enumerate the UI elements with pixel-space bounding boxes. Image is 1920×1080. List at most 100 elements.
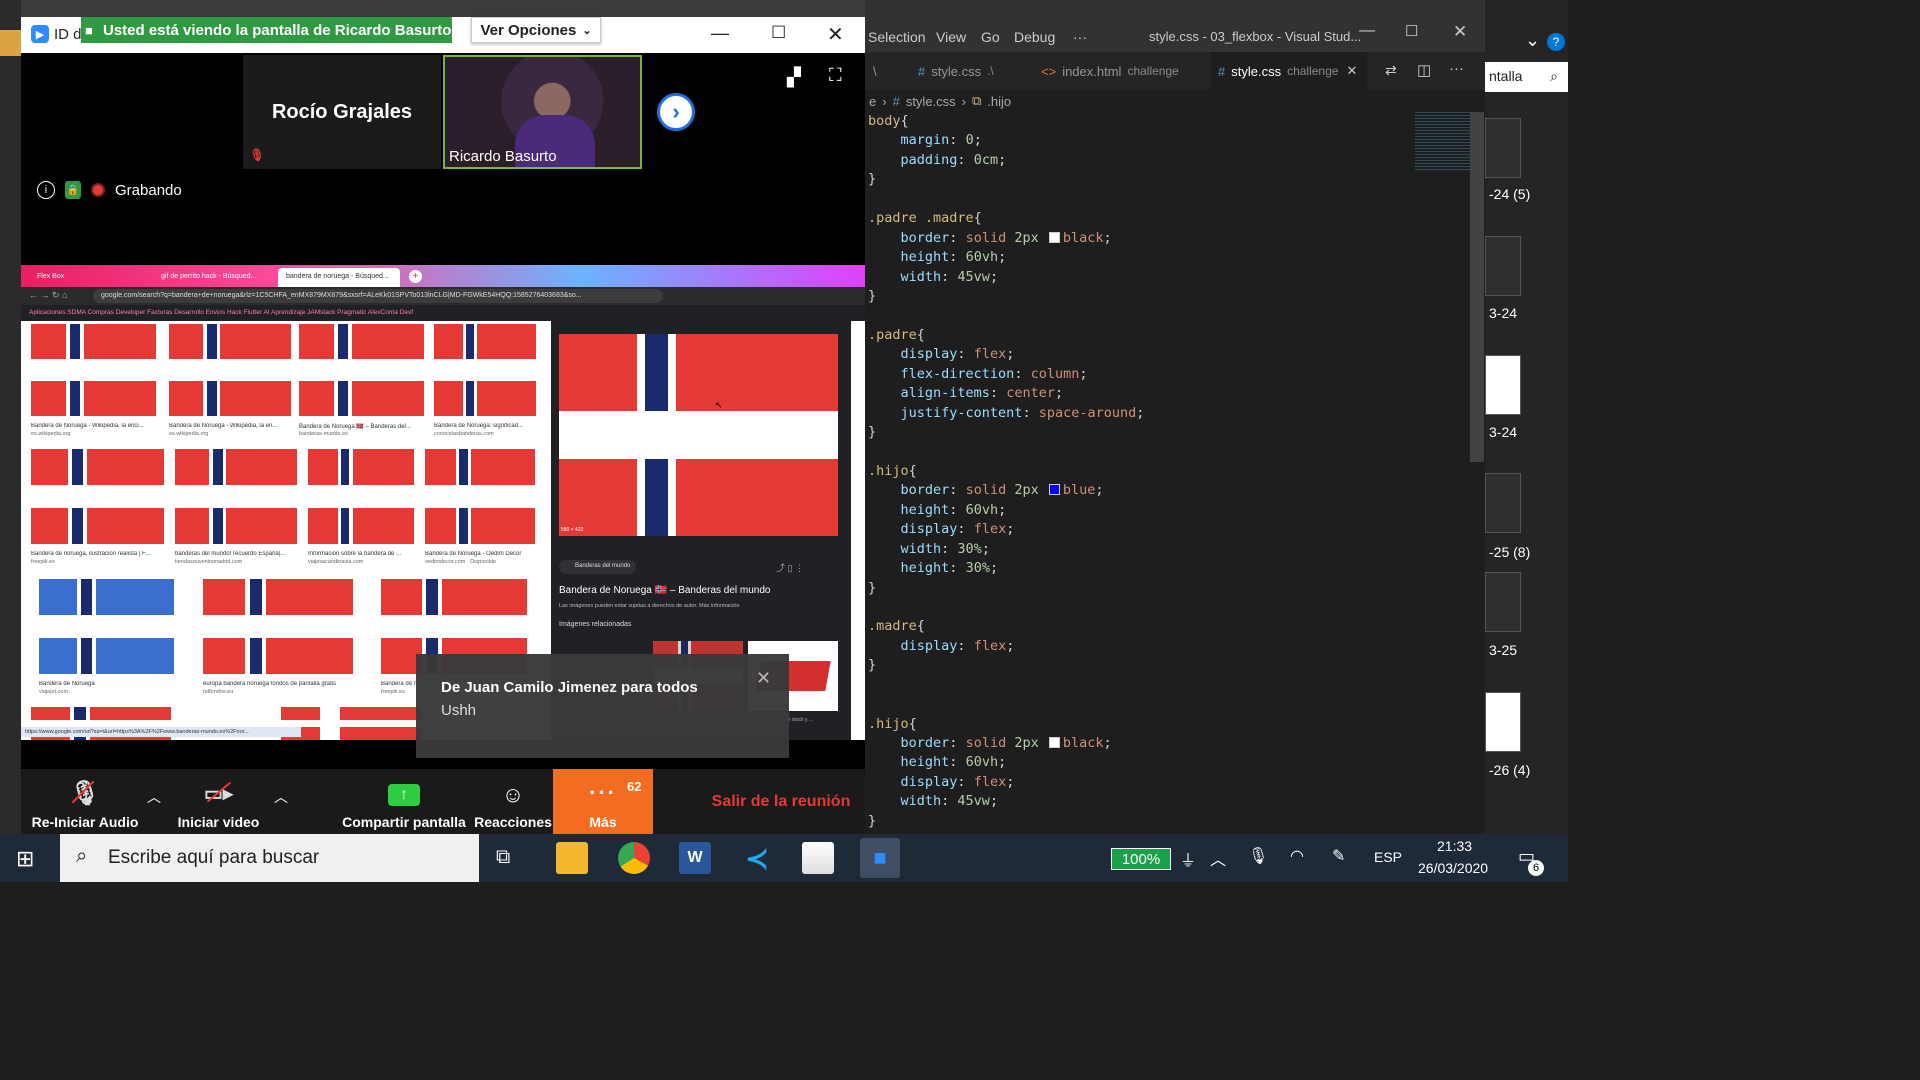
leave-meeting-button[interactable]: Salir de la reunión xyxy=(701,769,861,834)
file-thumbnail[interactable] xyxy=(1485,473,1521,533)
microphone-icon[interactable]: 🎙 xyxy=(1248,846,1268,866)
clock-time[interactable]: 21:33 xyxy=(1437,838,1472,854)
fullscreen-icon[interactable]: ⛶ xyxy=(829,65,842,86)
task-view-icon[interactable]: ⧉ xyxy=(496,846,510,869)
browser-tab[interactable]: gif de perrito hack - Búsqued... xyxy=(153,268,273,287)
chevron-up-icon[interactable]: ︿ xyxy=(1210,846,1226,870)
editor-scrollbar[interactable] xyxy=(1470,112,1484,462)
gallery-view-icon[interactable]: ▞ xyxy=(787,67,801,88)
participant-tile[interactable]: Rocío Grajales 🎙 xyxy=(243,55,441,169)
search-box[interactable]: ntalla ⌕ xyxy=(1485,62,1568,92)
image-result[interactable] xyxy=(175,449,297,544)
result-title[interactable]: Bandera de Noruega 🇳🇴 – Banderas del... xyxy=(299,423,434,430)
result-title[interactable]: Bandera de Noruega xyxy=(39,681,184,687)
taskbar-search-input[interactable]: ⌕ Escribe aquí para buscar xyxy=(60,834,479,882)
image-result[interactable] xyxy=(203,579,353,674)
chat-notification[interactable]: De Juan Camilo Jimenez para todos Ushh ✕ xyxy=(416,654,789,758)
menu-view[interactable]: View xyxy=(936,29,966,45)
image-result[interactable] xyxy=(39,579,174,674)
chrome-icon[interactable] xyxy=(618,842,650,874)
close-icon[interactable]: ✕ xyxy=(827,22,844,47)
windows-start-icon[interactable]: ⊞ xyxy=(16,846,34,872)
menu-debug[interactable]: Debug xyxy=(1014,29,1055,45)
file-thumbnail[interactable] xyxy=(1485,692,1521,752)
result-title[interactable]: Información sobre la bandera de ... xyxy=(308,551,424,557)
compare-icon[interactable]: ⇄ xyxy=(1385,62,1397,79)
photos-icon[interactable] xyxy=(802,842,834,874)
audio-button[interactable]: 🎙 Re-Iniciar Audio xyxy=(26,769,144,834)
share-screen-button[interactable]: ↑ Compartir pantalla xyxy=(339,769,469,834)
close-tab-icon[interactable]: ✕ xyxy=(1346,63,1357,79)
chevron-down-icon[interactable]: ⌄ xyxy=(1525,30,1540,51)
tab-index-html[interactable]: <> index.html challenge xyxy=(1033,52,1187,90)
color-swatch-icon[interactable] xyxy=(1048,231,1060,243)
video-button[interactable]: ▭▸ Iniciar video xyxy=(171,769,266,834)
language-indicator[interactable]: ESP xyxy=(1374,849,1402,865)
maximize-icon[interactable]: ☐ xyxy=(1405,22,1418,40)
more-button[interactable]: ··· Más 62 xyxy=(553,769,653,834)
help-icon[interactable]: ? xyxy=(1547,33,1565,51)
breadcrumb-folder[interactable]: e xyxy=(869,94,876,109)
wifi-icon[interactable]: ◠ xyxy=(1290,846,1304,866)
color-swatch-icon[interactable] xyxy=(1048,737,1060,748)
battery-indicator[interactable]: 100% xyxy=(1111,848,1171,870)
result-title[interactable]: europa bandera noruega fondos de pantall… xyxy=(203,681,363,687)
lock-icon[interactable]: 🔒 xyxy=(65,181,81,199)
file-explorer-icon[interactable] xyxy=(556,842,588,874)
url-input[interactable]: google.com/search?q=bandera+de+noruega&r… xyxy=(93,289,663,303)
result-title[interactable]: Bandera de Noruega - Wikipedia, la enci.… xyxy=(31,423,166,429)
menu-go[interactable]: Go xyxy=(981,29,1000,45)
close-icon[interactable]: ✕ xyxy=(1453,22,1467,42)
reactions-button[interactable]: ☺ Reacciones xyxy=(473,769,553,834)
participant-video-tile[interactable]: Ricardo Basurto xyxy=(443,55,642,169)
source-chip[interactable]: Banderas del mundo xyxy=(559,560,637,574)
browser-tab[interactable]: Flex Box xyxy=(29,268,149,287)
minimize-icon[interactable]: — xyxy=(1359,22,1375,40)
next-participants-button[interactable]: › xyxy=(657,93,695,131)
word-icon[interactable]: W xyxy=(679,842,711,874)
menu-more[interactable]: ··· xyxy=(1073,29,1087,45)
image-result[interactable] xyxy=(281,707,421,740)
file-thumbnail[interactable] xyxy=(1485,236,1521,296)
image-result[interactable] xyxy=(434,324,536,416)
tab-style-css-challenge[interactable]: # style.css challenge ✕ xyxy=(1210,52,1367,90)
preview-title[interactable]: Bandera de Noruega 🇳🇴 – Banderas del mun… xyxy=(559,585,770,596)
result-title[interactable]: Bandera de noruega, ilustración realista… xyxy=(31,551,174,557)
tab-partial[interactable]: \ xyxy=(865,52,905,90)
image-result[interactable] xyxy=(31,324,156,416)
breadcrumb-file[interactable]: style.css xyxy=(906,94,956,109)
minimize-icon[interactable]: — xyxy=(711,23,729,44)
browser-tab-active[interactable]: bandera de noruega - Búsqued... xyxy=(278,268,400,287)
image-result[interactable] xyxy=(425,449,535,544)
split-editor-icon[interactable]: ◫ xyxy=(1417,61,1431,79)
info-icon[interactable]: i xyxy=(37,181,55,199)
result-title[interactable]: Bandera de Noruega - Wikipedia, la en... xyxy=(169,423,301,429)
tab-style-css-root[interactable]: # style.css .\ xyxy=(910,52,1002,90)
code-editor[interactable]: body{ margin: 0; padding: 0cm;} .padre .m… xyxy=(865,112,1410,834)
close-icon[interactable]: ✕ xyxy=(756,668,771,689)
chevron-up-icon[interactable]: ︿ xyxy=(147,787,161,807)
maximize-icon[interactable]: ☐ xyxy=(771,23,786,43)
image-result[interactable] xyxy=(299,324,424,416)
norway-flag-preview[interactable] xyxy=(559,334,838,536)
menu-selection[interactable]: Selection xyxy=(868,29,926,45)
pen-icon[interactable]: ✎ xyxy=(1332,846,1345,866)
image-result[interactable] xyxy=(31,449,164,544)
file-thumbnail[interactable] xyxy=(1485,118,1521,178)
chevron-up-icon[interactable]: ︿ xyxy=(274,787,288,807)
image-result[interactable] xyxy=(169,324,291,416)
view-options-button[interactable]: Ver Opciones ⌄ xyxy=(471,17,601,43)
clock-date[interactable]: 26/03/2020 xyxy=(1418,860,1488,876)
share-save-more-icons[interactable]: ⤴ ▯ ⋮ xyxy=(776,561,804,574)
more-actions-icon[interactable]: ··· xyxy=(1449,60,1464,77)
result-title[interactable]: Bandera de Noruega: significad... xyxy=(434,423,546,429)
zoom-app-icon[interactable]: ■ xyxy=(860,838,900,878)
result-title[interactable]: Bandera de Noruega - Oedim Decor xyxy=(425,551,545,557)
color-swatch-icon[interactable] xyxy=(1048,484,1060,496)
file-thumbnail[interactable] xyxy=(1485,355,1521,415)
nav-buttons[interactable]: ← → ↻ ⌂ xyxy=(29,290,67,301)
result-title[interactable]: banderas del mundo! recuerdo España|... xyxy=(175,551,307,557)
file-thumbnail[interactable] xyxy=(1485,572,1521,632)
image-result[interactable] xyxy=(308,449,414,544)
vscode-icon[interactable]: ≺ xyxy=(741,842,773,874)
